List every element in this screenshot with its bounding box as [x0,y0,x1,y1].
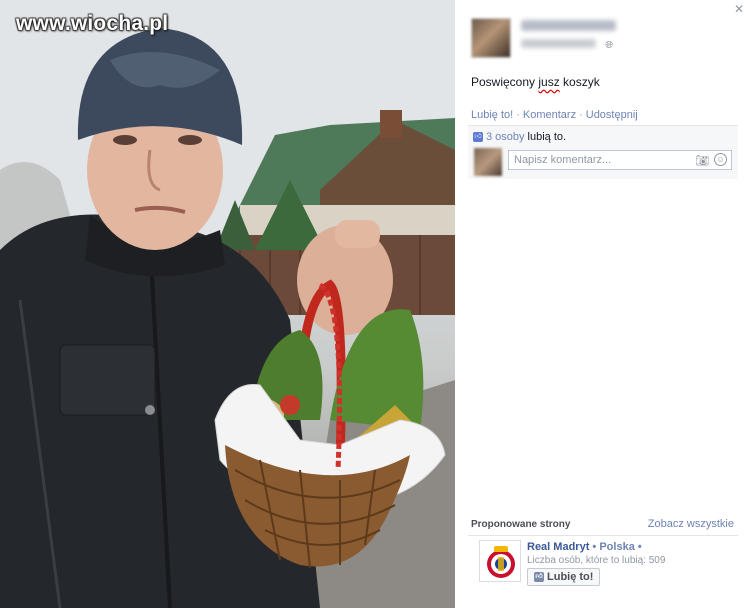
suggested-pages-title: Proponowane strony [471,519,571,530]
like-link[interactable]: Lubię to! [471,109,513,121]
camera-icon[interactable]: 📷︎ [695,154,709,167]
page-like-count: Liczba osób, które to lubią: 509 [527,555,666,566]
page-thumbnail[interactable] [479,540,521,582]
like-page-label: Lubię to! [547,571,594,583]
photo-illustration [0,0,455,608]
see-all-link[interactable]: Zobacz wszystkie [648,518,734,530]
real-madrid-crest-icon [480,541,520,581]
globe-icon: 🌐︎ [605,40,614,51]
page-name-link[interactable]: Real Madryt [527,541,589,553]
likes-suffix: lubią to. [527,131,567,143]
author-name-blurred[interactable] [521,20,616,31]
divider [468,535,738,536]
post-date-blurred[interactable] [521,39,596,48]
likes-summary: 👍︎ 3 osoby lubią to. [473,131,566,143]
comment-link[interactable]: Komentarz [523,109,576,121]
commenter-avatar [474,148,502,176]
site-watermark: www.wiocha.pl [16,12,169,35]
post-text-misspelled-word: jusz [538,75,560,89]
thumb-up-icon: 👍︎ [473,132,483,142]
thumb-up-icon: 👍︎ [534,572,544,582]
separator-dot: · [579,109,583,121]
post-text: Poswięcony jusz koszyk [471,75,600,89]
post-author: 🌐︎ [471,18,616,58]
smile-icon[interactable]: ☺ [714,153,727,166]
comment-placeholder: Napisz komentarz... [514,154,612,166]
post-sidebar: ✕ 🌐︎ Poswięcony jusz koszyk Lubię to! · Ko… [455,0,750,608]
comment-input[interactable]: Napisz komentarz... 📷︎ ☺ [508,150,732,170]
post-actions: Lubię to! · Komentarz · Udostępnij [471,109,638,121]
post-text-part2: koszyk [559,75,600,89]
feedback-panel: 👍︎ 3 osoby lubią to. Napisz komentarz...… [468,125,738,179]
suggested-page-name: Real Madryt • Polska • [527,541,642,553]
share-link[interactable]: Udostępnij [586,109,638,121]
post-text-part1: Poswięcony [471,75,539,89]
author-avatar[interactable] [471,18,511,58]
author-info-blurred: 🌐︎ [521,20,616,58]
likes-count-link[interactable]: 3 osoby [486,131,525,143]
separator-dot: • [634,541,642,553]
page-category: Polska [599,541,635,553]
close-icon[interactable]: ✕ [734,2,744,16]
separator-dot: · [516,109,520,121]
like-page-button[interactable]: 👍︎ Lubię to! [527,568,601,586]
photo-area[interactable]: www.wiocha.pl [0,0,455,608]
